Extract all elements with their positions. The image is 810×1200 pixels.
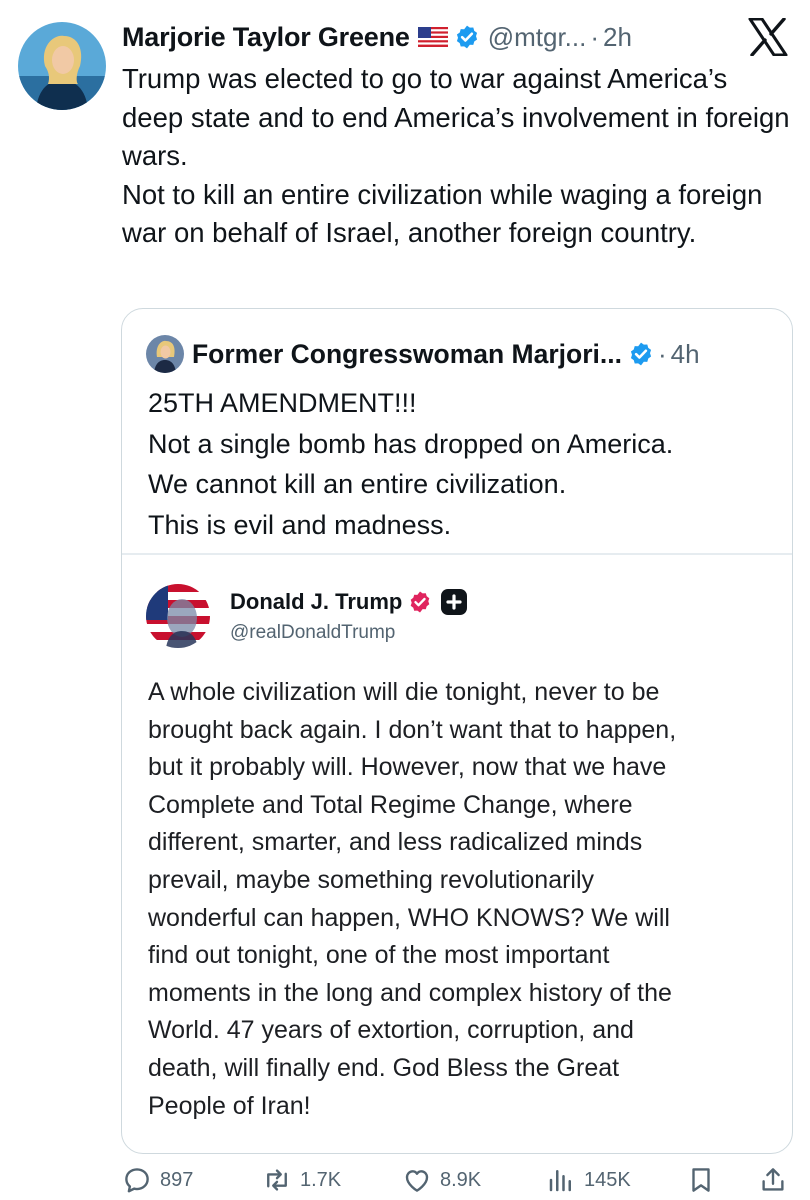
repost-button[interactable]: 1.7K bbox=[262, 1160, 341, 1200]
reply-icon bbox=[125, 1168, 149, 1193]
like-icon bbox=[405, 1170, 429, 1192]
verified-badge-icon bbox=[454, 24, 480, 50]
quoted-post-time[interactable]: 4h bbox=[671, 339, 700, 370]
like-button[interactable]: 8.9K bbox=[402, 1160, 481, 1200]
embedded-author-avatar bbox=[146, 584, 210, 648]
repost-count: 1.7K bbox=[300, 1168, 342, 1191]
views-button[interactable]: 145K bbox=[546, 1160, 631, 1200]
post-time[interactable]: 2h bbox=[603, 22, 632, 53]
plus-badge-icon bbox=[440, 588, 468, 616]
reply-button[interactable]: 897 bbox=[122, 1160, 193, 1200]
us-flag-icon bbox=[417, 27, 448, 47]
embedded-header: Donald J. Trump bbox=[230, 588, 468, 616]
post-text: Trump was elected to go to war against A… bbox=[122, 63, 790, 248]
share-icon bbox=[762, 1168, 784, 1191]
quoted-post-text: 25TH AMENDMENT!!! Not a single bomb has … bbox=[148, 388, 674, 540]
quoted-separator-dot: · bbox=[657, 338, 667, 369]
verified-badge-icon bbox=[628, 341, 654, 367]
views-icon bbox=[549, 1170, 571, 1192]
verified-badge-icon bbox=[408, 590, 432, 614]
quoted-author-name[interactable]: Former Congresswoman Marjori... bbox=[192, 339, 622, 370]
embedded-post-image[interactable]: Donald J. Trump @realDonaldTrump A whole… bbox=[122, 554, 792, 1153]
bookmark-icon bbox=[692, 1168, 710, 1192]
share-button[interactable] bbox=[758, 1160, 788, 1200]
like-count: 8.9K bbox=[440, 1168, 482, 1191]
bookmark-button[interactable] bbox=[686, 1160, 716, 1200]
embedded-post-text: A whole civilization will die tonight, n… bbox=[148, 678, 677, 1120]
action-bar: 897 1.7K 8.9K 145K bbox=[0, 1160, 810, 1200]
repost-icon bbox=[267, 1169, 287, 1191]
reply-count: 897 bbox=[160, 1168, 194, 1191]
author-handle[interactable]: @mtgr... bbox=[488, 22, 587, 53]
quoted-post-header: Former Congresswoman Marjori... · 4h bbox=[146, 333, 700, 375]
separator-dot: · bbox=[590, 21, 600, 52]
post-header: Marjorie Taylor Greene @mtgr... · 2h bbox=[122, 14, 632, 60]
embedded-author-handle: @realDonaldTrump bbox=[230, 622, 396, 643]
author-name[interactable]: Marjorie Taylor Greene bbox=[122, 22, 410, 53]
embedded-author-name: Donald J. Trump bbox=[230, 589, 403, 614]
quoted-post[interactable]: Former Congresswoman Marjori... · 4h 25T… bbox=[121, 308, 793, 1154]
x-logo-icon bbox=[748, 17, 788, 57]
quoted-author-avatar[interactable] bbox=[146, 335, 184, 373]
tweet: Marjorie Taylor Greene @mtgr... · 2h Tru… bbox=[0, 0, 810, 1200]
views-count: 145K bbox=[584, 1168, 631, 1191]
author-avatar[interactable] bbox=[18, 22, 106, 110]
